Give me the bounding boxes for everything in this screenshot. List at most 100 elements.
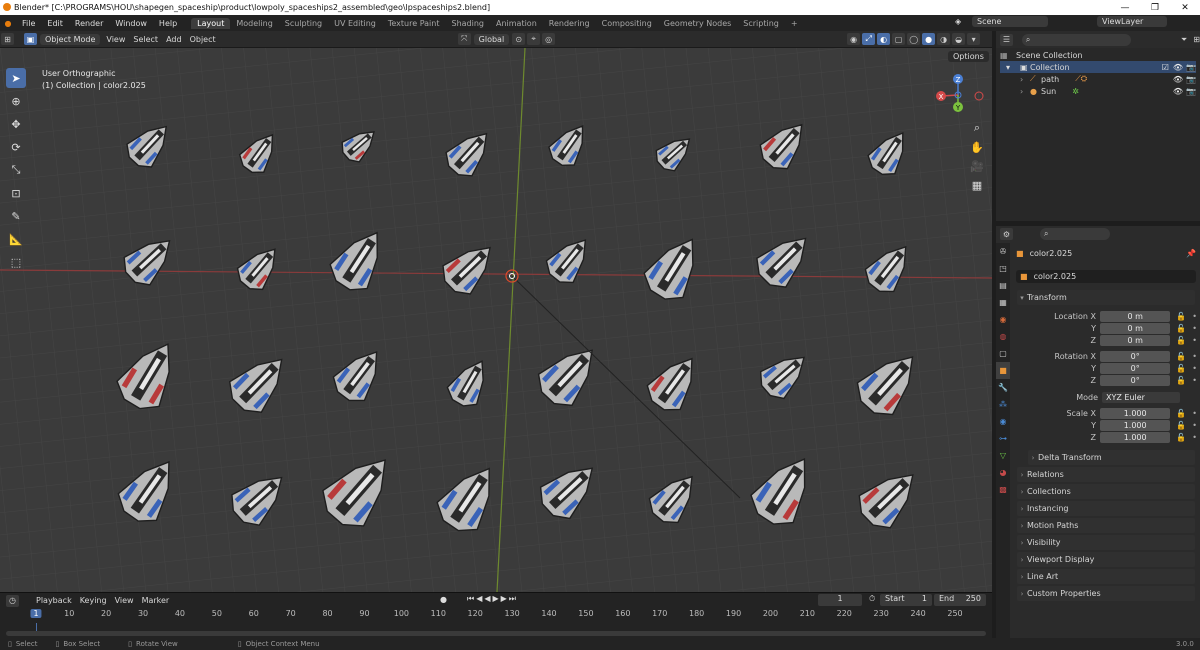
expand-icon[interactable]: › [1020,75,1030,84]
property-value-field[interactable]: 1.000 [1100,419,1171,431]
keyframe-dot-icon[interactable]: • [1192,409,1197,418]
menu-edit[interactable]: Edit [41,19,69,28]
path-camera-icon[interactable]: 📷 [1186,75,1196,84]
outliner-search-input[interactable]: ⌕ [1021,33,1131,46]
menu-render[interactable]: Render [69,19,109,28]
gizmo-icon[interactable]: ⤢ [862,33,876,45]
transform-orientation-dropdown[interactable]: Global [473,33,510,45]
object-menu[interactable]: Object [186,34,220,45]
lock-icon[interactable]: 🔓 [1176,324,1186,333]
tab-uv-editing[interactable]: UV Editing [328,18,382,29]
grid-view-icon[interactable]: ▦ [969,177,985,193]
delta-transform-section[interactable]: › Delta Transform [1028,450,1195,465]
texture-tab-icon[interactable]: ▩ [996,481,1010,498]
lock-icon[interactable]: 🔓 [1176,433,1186,442]
section-custom-properties[interactable]: › Custom Properties [1017,586,1195,601]
property-value-field[interactable]: 0 m [1100,310,1171,322]
data-tab-icon[interactable]: ▽ [996,447,1010,464]
expand-icon[interactable]: › [1020,87,1030,96]
camera-icon[interactable]: 🎥 [969,158,985,174]
playback-controls-icon[interactable]: ⏮◀◀▶▶⏭ [467,594,518,604]
scene-selector[interactable]: Scene [972,16,1048,27]
blender-menu-icon[interactable]: ● [0,19,16,28]
filter-icon[interactable]: ⏷ [1181,35,1187,45]
outliner-editor-icon[interactable]: ☰ [1000,33,1013,46]
particles-tab-icon[interactable]: ⁂ [996,396,1010,413]
keyframe-dot-icon[interactable]: • [1192,312,1197,321]
sun-camera-icon[interactable]: 📷 [1186,87,1196,96]
tab-rendering[interactable]: Rendering [543,18,596,29]
properties-search-input[interactable]: ⌕ [1040,228,1110,240]
keyframe-dot-icon[interactable]: • [1192,336,1197,345]
view-layer-tab-icon[interactable]: ▦ [996,294,1010,311]
view-layer-selector[interactable]: ViewLayer [1097,16,1167,27]
select-box-icon[interactable]: ▣ [24,33,37,45]
section-viewport-display[interactable]: › Viewport Display [1017,552,1195,567]
proportional-edit-icon[interactable]: ◎ [542,33,556,45]
constraints-tab-icon[interactable]: ⊶ [996,430,1010,447]
keyframe-dot-icon[interactable]: • [1192,421,1197,430]
sun-eye-icon[interactable]: 👁 [1173,87,1183,96]
rendered-shading-icon[interactable]: ◒ [952,33,966,45]
exclude-checkbox[interactable]: ☑ [1162,63,1169,72]
rotation-mode-dropdown[interactable]: XYZ Euler [1102,391,1180,403]
object-tab-icon[interactable]: ■ [996,362,1010,379]
outliner-item-path[interactable]: › ⟋ path ⟋⛭ 👁 📷 [1000,73,1196,85]
select-menu[interactable]: Select [129,34,162,45]
pivot-icon[interactable]: ⊙ [512,33,526,45]
rotate-tool-icon[interactable]: ⟳ [6,137,26,157]
tab-scripting[interactable]: Scripting [737,18,785,29]
property-value-field[interactable]: 0° [1100,362,1171,374]
object-mode-dropdown[interactable]: Object Mode [40,33,101,45]
property-value-field[interactable]: 0° [1100,350,1171,362]
zoom-icon[interactable]: ⌕ [969,120,985,136]
new-collection-icon[interactable]: ⊞ [1193,35,1200,44]
annotate-tool-icon[interactable]: ✎ [6,206,26,226]
tool-tab-icon[interactable]: ✇ [996,243,1010,260]
outliner-collection[interactable]: ▾ ▣ Collection ☑ 👁 📷 [1000,61,1196,73]
snap-icon[interactable]: ⌖ [527,33,541,45]
transform-tool-icon[interactable]: ⊡ [6,183,26,203]
tab-animation[interactable]: Animation [490,18,543,29]
pin-icon[interactable]: 📌 [1186,249,1196,258]
tab-modeling[interactable]: Modeling [230,18,278,29]
keyframe-dot-icon[interactable]: • [1192,352,1197,361]
keyframe-dot-icon[interactable]: • [1192,364,1197,373]
world-tab-icon[interactable]: ◍ [996,328,1010,345]
lock-icon[interactable]: 🔓 [1176,352,1186,361]
scene-tab-icon[interactable]: ◉ [996,311,1010,328]
lock-icon[interactable]: 🔓 [1176,421,1186,430]
outliner-scene-collection[interactable]: ▦ Scene Collection [1000,49,1196,61]
material-shading-icon[interactable]: ◑ [937,33,951,45]
transform-section-header[interactable]: ▾ Transform [1017,290,1195,305]
physics-tab-icon[interactable]: ◉ [996,413,1010,430]
property-value-field[interactable]: 0° [1100,374,1171,386]
editor-type-icon[interactable]: ⊞ [1,33,14,45]
tab-geometry-nodes[interactable]: Geometry Nodes [658,18,737,29]
property-value-field[interactable]: 1.000 [1100,431,1171,443]
lock-icon[interactable]: 🔓 [1176,312,1186,321]
object-name-field[interactable]: ■ color2.025 [1016,270,1196,283]
collection-eye-icon[interactable]: 👁 [1173,63,1183,72]
property-value-field[interactable]: 0 m [1100,334,1171,346]
section-line-art[interactable]: › Line Art [1017,569,1195,584]
stopwatch-icon[interactable]: ⏱ [869,594,875,604]
select-tool-icon[interactable]: ➤ [6,68,26,88]
section-motion-paths[interactable]: › Motion Paths [1017,518,1195,533]
tab-layout[interactable]: Layout [191,17,231,29]
close-button[interactable]: ✕ [1170,0,1200,15]
minimize-button[interactable]: — [1110,0,1140,15]
tab-shading[interactable]: Shading [445,18,490,29]
navigation-gizmo[interactable]: Z X Y [928,70,988,120]
xray-icon[interactable]: ▢ [892,33,906,45]
wireframe-shading-icon[interactable]: ◯ [907,33,921,45]
section-visibility[interactable]: › Visibility [1017,535,1195,550]
tab-texture-paint[interactable]: Texture Paint [382,18,446,29]
timeline-editor-icon[interactable]: ◷ [6,594,19,607]
view-menu[interactable]: View [102,34,129,45]
timeline-view-menu[interactable]: View [111,595,138,606]
outliner-item-sun[interactable]: › ● Sun ✲ 👁 📷 [1000,85,1196,97]
section-collections[interactable]: › Collections [1017,484,1195,499]
property-value-field[interactable]: 1.000 [1100,407,1171,419]
property-value-field[interactable]: 0 m [1100,322,1171,334]
